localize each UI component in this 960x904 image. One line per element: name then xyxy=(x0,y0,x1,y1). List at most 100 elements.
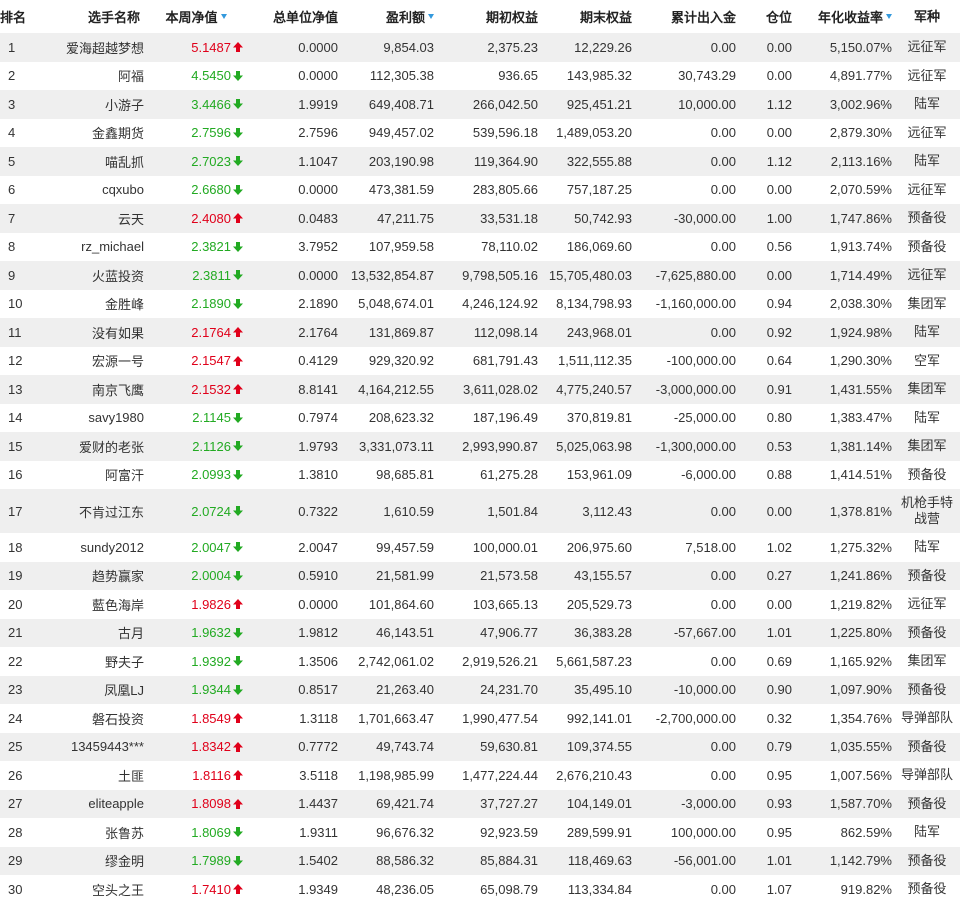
header-annual[interactable]: 年化收益率 xyxy=(794,7,894,26)
cell-name[interactable]: 喵乱抓 xyxy=(36,152,146,171)
cell-name[interactable]: 空头之王 xyxy=(36,880,146,899)
cell-annual: 1,219.82% xyxy=(829,596,892,612)
header-position[interactable]: 仓位 xyxy=(738,7,794,26)
cell-total-nav: 8.8141 xyxy=(298,381,338,397)
cell-rank: 23 xyxy=(8,682,23,698)
cell-start-equity: 103,665.13 xyxy=(472,596,538,612)
cell-name[interactable]: 张鲁苏 xyxy=(36,823,146,842)
cell-name[interactable]: 宏源一号 xyxy=(36,351,146,370)
cell-cum-flow: 0.00 xyxy=(710,739,736,755)
header-name[interactable]: 选手名称 xyxy=(36,7,146,26)
cell-name[interactable]: 金鑫期货 xyxy=(36,123,146,142)
weekly-value: 1.8098 xyxy=(191,796,231,812)
cell-name[interactable]: 藍色海岸 xyxy=(36,595,146,614)
cell-start-equity: 119,364.90 xyxy=(473,153,538,169)
arrow-up-icon xyxy=(233,599,243,610)
weekly-value: 2.3811 xyxy=(192,267,231,283)
cell-name[interactable]: 阿富汗 xyxy=(36,465,146,484)
cell-name[interactable]: 13459443*** xyxy=(36,739,146,754)
cell-name[interactable]: 野夫子 xyxy=(36,652,146,671)
cell-name[interactable]: 云天 xyxy=(36,209,146,228)
arrow-up-icon xyxy=(233,798,243,809)
cell-weekly: 2.1145 xyxy=(146,410,244,425)
cell-name[interactable]: 阿福 xyxy=(36,66,146,85)
header-total-nav[interactable]: 总单位净值 xyxy=(244,7,340,26)
cell-name[interactable]: 火蓝投资 xyxy=(36,266,146,285)
cell-position: 1.12 xyxy=(766,153,792,169)
cell-name[interactable]: savy1980 xyxy=(36,410,146,425)
cell-start-equity: 3,611,028.02 xyxy=(463,381,538,397)
cell-rank: 13 xyxy=(8,381,23,397)
cell-name[interactable]: 缪金明 xyxy=(36,851,146,870)
cell-name[interactable]: 趋势赢家 xyxy=(36,566,146,585)
arrow-down-icon xyxy=(233,241,243,252)
cell-name[interactable]: cqxubo xyxy=(36,182,146,197)
cell-weekly: 1.9826 xyxy=(146,597,244,612)
cell-rank: 30 xyxy=(8,881,23,897)
table-row: 23 凤凰LJ 1.9344 0.8517 21,263.40 24,231.70 35,4… xyxy=(0,675,960,704)
cell-rank: 10 xyxy=(8,296,23,312)
cell-weekly: 1.8116 xyxy=(146,768,244,783)
cell-end-equity: 757,187.25 xyxy=(566,182,632,198)
cell-name[interactable]: 没有如果 xyxy=(36,323,146,342)
header-weekly[interactable]: 本周净值 xyxy=(146,7,244,26)
cell-name[interactable]: 古月 xyxy=(36,623,146,642)
weekly-value: 2.1532 xyxy=(191,381,231,397)
cell-annual: 1,378.81% xyxy=(829,503,892,519)
cell-weekly: 2.3811 xyxy=(146,268,244,283)
cell-position: 1.12 xyxy=(766,96,792,112)
weekly-value: 1.9392 xyxy=(191,653,231,669)
header-profit[interactable]: 盈利额 xyxy=(340,7,436,26)
cell-position: 0.27 xyxy=(766,568,792,584)
weekly-value: 1.8069 xyxy=(191,824,231,840)
weekly-value: 3.4466 xyxy=(191,96,231,112)
cell-name[interactable]: 南京飞鹰 xyxy=(36,380,146,399)
cell-start-equity: 1,501.84 xyxy=(487,503,538,519)
table-header: 排名 选手名称 本周净值 总单位净值 盈利额 期初权益 期末权益 累计出入金 仓… xyxy=(0,0,960,33)
cell-name[interactable]: 土匪 xyxy=(36,766,146,785)
cell-total-nav: 0.7322 xyxy=(298,503,338,519)
cell-start-equity: 47,906.77 xyxy=(480,625,538,641)
cell-army: 远征军 xyxy=(907,181,947,197)
cell-annual: 1,275.32% xyxy=(829,539,892,555)
cell-rank: 12 xyxy=(8,353,23,369)
cell-name[interactable]: 不肯过江东 xyxy=(36,502,146,521)
ranking-table: 排名 选手名称 本周净值 总单位净值 盈利额 期初权益 期末权益 累计出入金 仓… xyxy=(0,0,960,904)
sort-down-icon[interactable] xyxy=(428,14,434,19)
cell-end-equity: 925,451.21 xyxy=(566,96,632,112)
cell-rank: 7 xyxy=(8,210,16,226)
cell-name[interactable]: 磐石投资 xyxy=(36,709,146,728)
weekly-value: 1.8342 xyxy=(191,739,231,755)
cell-start-equity: 681,791.43 xyxy=(472,353,538,369)
cell-position: 0.00 xyxy=(766,503,792,519)
cell-weekly: 2.1126 xyxy=(146,439,244,454)
table-row: 4 金鑫期货 2.7596 2.7596 949,457.02 539,596.18 1,4… xyxy=(0,119,960,148)
sort-down-icon[interactable] xyxy=(886,14,892,19)
cell-name[interactable]: 爱财的老张 xyxy=(36,437,146,456)
cell-annual: 1,747.86% xyxy=(829,210,892,226)
cell-rank: 2 xyxy=(8,68,16,84)
cell-position: 0.95 xyxy=(766,824,792,840)
cell-position: 0.92 xyxy=(766,324,792,340)
cell-total-nav: 0.0000 xyxy=(298,68,338,84)
header-army[interactable]: 军种 xyxy=(894,9,960,25)
cell-annual: 1,290.30% xyxy=(829,353,892,369)
cell-profit: 101,864.60 xyxy=(368,596,434,612)
cell-name[interactable]: 爱海超越梦想 xyxy=(36,38,146,57)
cell-name[interactable]: eliteapple xyxy=(36,796,146,811)
header-cum-flow[interactable]: 累计出入金 xyxy=(634,7,738,26)
cell-army: 陆军 xyxy=(913,409,940,425)
cell-name[interactable]: rz_michael xyxy=(36,239,146,254)
header-end-equity[interactable]: 期末权益 xyxy=(540,7,634,26)
cell-name[interactable]: sundy2012 xyxy=(36,540,146,555)
cell-name[interactable]: 凤凰LJ xyxy=(36,680,146,699)
cell-rank: 14 xyxy=(8,410,23,426)
cell-name[interactable]: 金胜峰 xyxy=(36,294,146,313)
cell-rank: 22 xyxy=(8,653,23,669)
header-rank[interactable]: 排名 xyxy=(0,7,36,26)
cell-rank: 26 xyxy=(8,767,23,783)
header-start-equity[interactable]: 期初权益 xyxy=(436,7,540,26)
cell-name[interactable]: 小游子 xyxy=(36,95,146,114)
sort-down-icon[interactable] xyxy=(220,14,227,19)
cell-cum-flow: -3,000.00 xyxy=(681,796,736,812)
